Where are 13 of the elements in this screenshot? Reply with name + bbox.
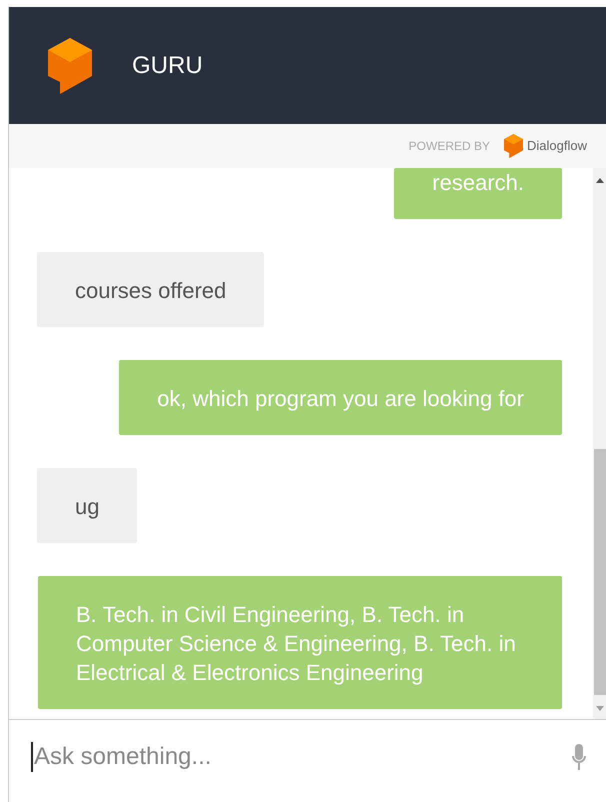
bot-message: ok, which program you are looking for xyxy=(119,360,562,435)
powered-by-label: POWERED BY xyxy=(408,139,490,153)
logo-icon xyxy=(48,38,92,94)
brand-logo-icon xyxy=(504,134,524,158)
microphone-icon[interactable] xyxy=(571,744,587,770)
bot-title: GURU xyxy=(132,52,203,80)
user-message: ug xyxy=(37,468,138,543)
user-message: courses offered xyxy=(37,252,264,327)
bot-message: B. Tech. in Civil Engineering, B. Tech. in Computer Science & Engineering, B. Tech. in Electrical & Electronics Engineering xyxy=(38,576,562,709)
brand-name: Dialogflow xyxy=(527,138,587,154)
scrollbar[interactable] xyxy=(593,168,606,719)
message-input[interactable]: Ask something... xyxy=(31,742,571,772)
bot-message: research. xyxy=(394,168,562,219)
